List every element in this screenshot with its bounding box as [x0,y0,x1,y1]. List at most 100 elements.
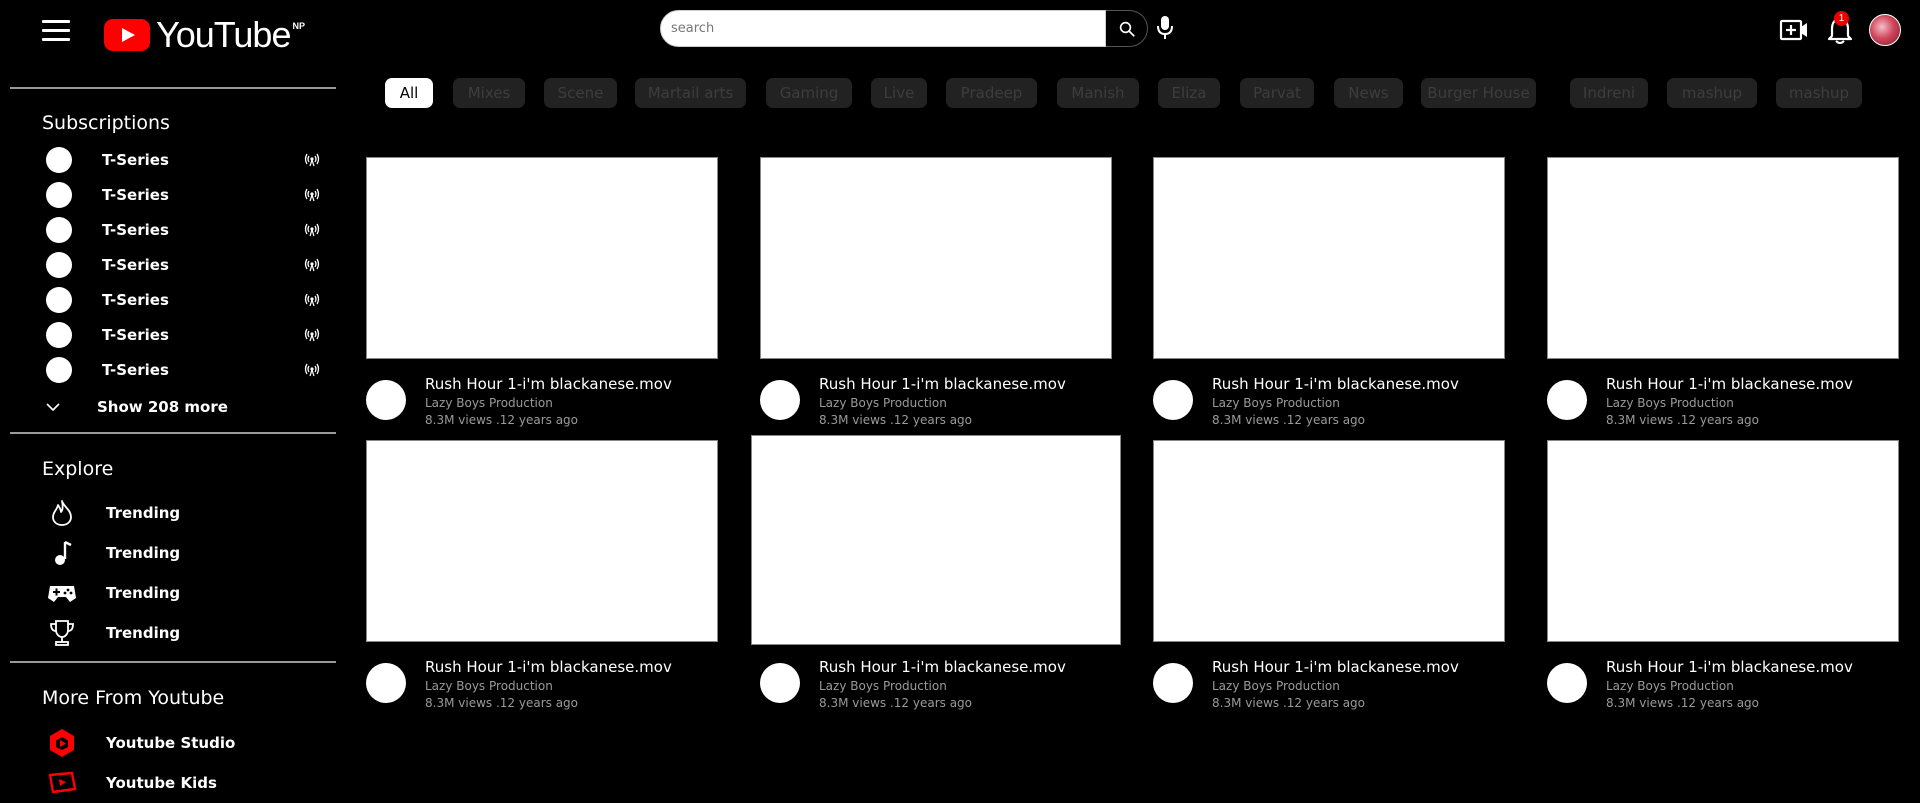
filter-chip[interactable]: Scene [544,78,617,108]
subscription-item[interactable]: T-Series [46,285,326,315]
youtube-logo[interactable]: YouTube NP [104,14,305,56]
video-meta: 8.3M views .12 years ago [1606,413,1759,427]
channel-name[interactable]: Lazy Boys Production [1212,679,1340,693]
search-button[interactable] [1106,10,1148,47]
video-thumbnail[interactable] [366,440,718,642]
sidebar-divider [10,661,336,663]
channel-avatar[interactable] [1547,663,1587,703]
video-title[interactable]: Rush Hour 1-i'm blackanese.mov [425,658,672,676]
subscription-name: T-Series [102,326,169,344]
video-thumbnail[interactable] [366,157,718,359]
live-icon [304,293,320,307]
channel-avatar [46,147,72,173]
video-title[interactable]: Rush Hour 1-i'm blackanese.mov [1606,375,1853,393]
live-icon [304,258,320,272]
search-input[interactable] [660,10,1106,47]
subscription-item[interactable]: T-Series [46,180,326,210]
youtube-kids-link[interactable]: Youtube Kids [46,766,326,800]
country-code: NP [292,21,305,31]
live-icon [304,328,320,342]
channel-name[interactable]: Lazy Boys Production [819,396,947,410]
filter-chip[interactable]: Manish [1057,78,1139,108]
video-title[interactable]: Rush Hour 1-i'm blackanese.mov [819,658,1066,676]
sidebar: Subscriptions T-Series T-Series T-Series T-… [0,62,346,803]
channel-name[interactable]: Lazy Boys Production [1606,679,1734,693]
channel-avatar[interactable] [366,380,406,420]
video-thumbnail[interactable] [751,435,1121,645]
video-meta: 8.3M views .12 years ago [1606,696,1759,710]
hamburger-menu-icon[interactable] [42,20,70,44]
live-icon [304,188,320,202]
subscription-item[interactable]: T-Series [46,355,326,385]
channel-avatar[interactable] [1547,380,1587,420]
channel-name[interactable]: Lazy Boys Production [819,679,947,693]
sidebar-divider [10,87,336,89]
subscription-item[interactable]: T-Series [46,215,326,245]
video-thumbnail[interactable] [1547,157,1899,359]
filter-chip[interactable]: Gaming [766,78,852,108]
explore-item-label: Trending [106,584,181,602]
video-title[interactable]: Rush Hour 1-i'm blackanese.mov [1212,658,1459,676]
youtube-play-logo-icon [104,19,150,51]
channel-name[interactable]: Lazy Boys Production [1212,396,1340,410]
video-meta: 8.3M views .12 years ago [819,696,972,710]
channel-name[interactable]: Lazy Boys Production [425,679,553,693]
video-thumbnail[interactable] [1547,440,1899,642]
youtube-studio-link[interactable]: Youtube Studio [46,726,326,760]
channel-name[interactable]: Lazy Boys Production [425,396,553,410]
filter-chip[interactable]: Indreni [1570,78,1648,108]
trophy-icon [50,620,74,646]
explore-item-trending[interactable]: Trending [46,496,326,530]
video-thumbnail[interactable] [1153,440,1505,642]
video-thumbnail[interactable] [760,157,1112,359]
subscription-name: T-Series [102,151,169,169]
filter-chip[interactable]: Live [871,78,927,108]
channel-avatar [46,322,72,348]
filter-chip[interactable]: Pradeep [946,78,1037,108]
show-more-button[interactable]: Show 208 more [46,394,326,420]
video-title[interactable]: Rush Hour 1-i'm blackanese.mov [1212,375,1459,393]
more-from-youtube-heading: More From Youtube [42,687,225,709]
video-card[interactable]: Rush Hour 1-i'm blackanese.mov Lazy Boys … [1547,157,1899,427]
video-title[interactable]: Rush Hour 1-i'm blackanese.mov [425,375,672,393]
channel-avatar[interactable] [760,663,800,703]
video-meta: 8.3M views .12 years ago [819,413,972,427]
create-video-icon[interactable] [1779,16,1809,44]
filter-chip[interactable]: mashup [1667,78,1757,108]
live-icon [304,363,320,377]
filter-chip[interactable]: mashup [1776,78,1862,108]
video-card[interactable]: Rush Hour 1-i'm blackanese.mov Lazy Boys … [1547,440,1899,710]
filter-chip[interactable]: Martail arts [635,78,746,108]
video-thumbnail[interactable] [1153,157,1505,359]
video-card[interactable]: Rush Hour 1-i'm blackanese.mov Lazy Boys … [1153,440,1505,710]
video-card[interactable]: Rush Hour 1-i'm blackanese.mov Lazy Boys … [1153,157,1505,427]
video-card[interactable]: Rush Hour 1-i'm blackanese.mov Lazy Boys … [366,157,718,427]
channel-avatar[interactable] [1153,380,1193,420]
video-meta: 8.3M views .12 years ago [425,696,578,710]
subscription-item[interactable]: T-Series [46,250,326,280]
subscription-item[interactable]: T-Series [46,145,326,175]
explore-item-sports[interactable]: Trending [46,616,326,650]
filter-chip[interactable]: Parvat [1240,78,1314,108]
video-title[interactable]: Rush Hour 1-i'm blackanese.mov [1606,658,1853,676]
video-card[interactable]: Rush Hour 1-i'm blackanese.mov Lazy Boys … [751,435,1121,710]
channel-avatar[interactable] [1153,663,1193,703]
explore-item-label: Trending [106,624,181,642]
video-card[interactable]: Rush Hour 1-i'm blackanese.mov Lazy Boys … [366,440,718,710]
explore-item-gaming[interactable]: Trending [46,576,326,610]
filter-chip[interactable]: All [385,78,433,108]
filter-chip[interactable]: Mixes [453,78,525,108]
subscription-name: T-Series [102,256,169,274]
explore-item-music[interactable]: Trending [46,536,326,570]
channel-name[interactable]: Lazy Boys Production [1606,396,1734,410]
microphone-icon[interactable] [1155,15,1175,41]
filter-chip[interactable]: Eliza [1158,78,1220,108]
filter-chip[interactable]: News [1334,78,1403,108]
subscription-item[interactable]: T-Series [46,320,326,350]
video-card[interactable]: Rush Hour 1-i'm blackanese.mov Lazy Boys … [760,157,1112,427]
channel-avatar[interactable] [366,663,406,703]
filter-chip[interactable]: Burger House [1421,78,1536,108]
video-title[interactable]: Rush Hour 1-i'm blackanese.mov [819,375,1066,393]
channel-avatar[interactable] [760,380,800,420]
account-avatar[interactable] [1869,14,1901,46]
